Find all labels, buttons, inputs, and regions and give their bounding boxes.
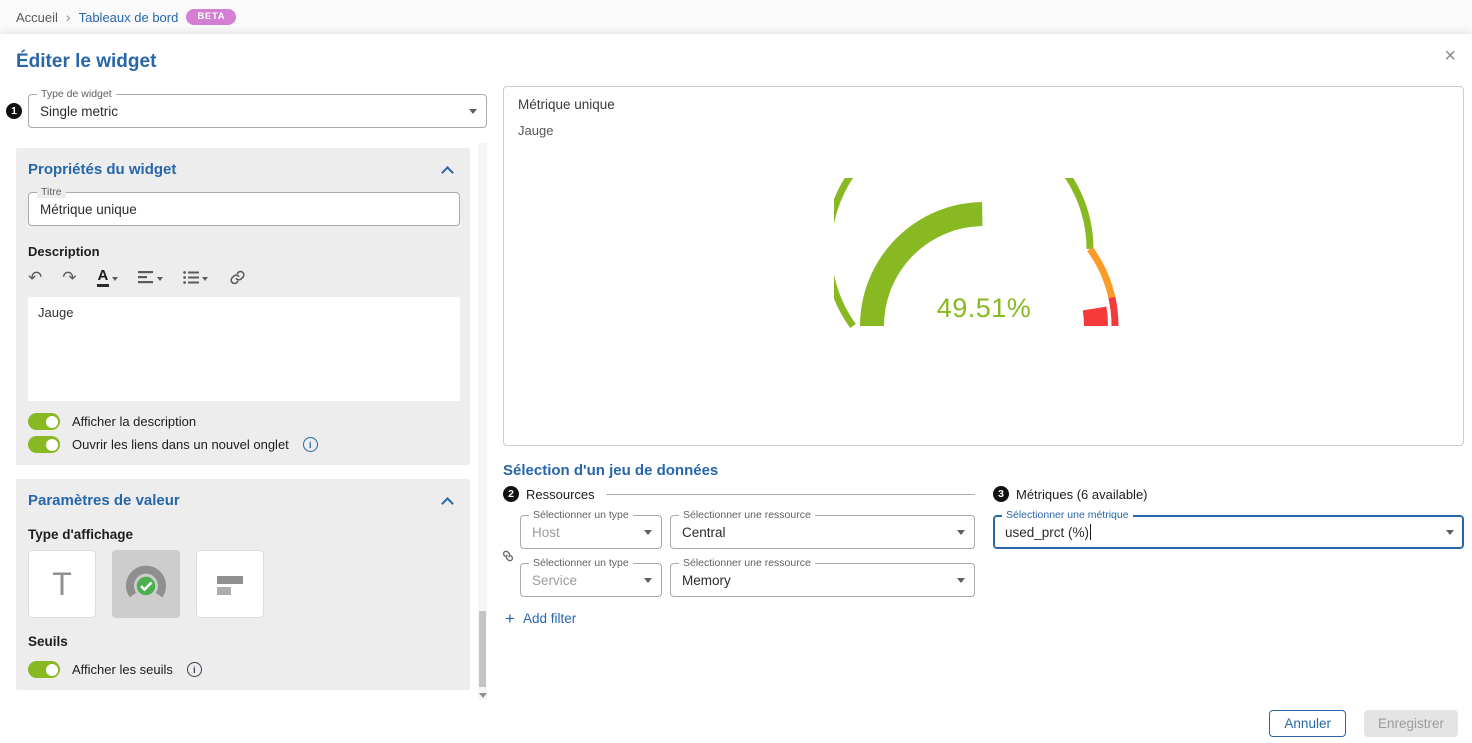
metric-select[interactable]: Sélectionner une métrique used_prct (%) — [993, 515, 1464, 549]
display-type-gauge-button[interactable] — [112, 550, 180, 618]
preview-title: Métrique unique — [518, 97, 1449, 112]
widget-type-select[interactable]: Type de widget Single metric — [28, 94, 487, 128]
display-type-label: Type d'affichage — [28, 527, 460, 542]
resource-filter-row: Sélectionner un type Service Sélectionne… — [520, 563, 975, 597]
resource-type-label: Sélectionner un type — [529, 510, 633, 521]
richtext-toolbar: ↶ ↷ A — [28, 265, 460, 289]
collapse-chevron-icon[interactable] — [441, 497, 454, 510]
beta-badge: BETA — [186, 9, 236, 25]
chevron-down-icon — [469, 109, 477, 114]
display-type-text-button[interactable]: T — [28, 550, 96, 618]
widget-config-sidebar: 1 Type de widget Single metric Propriété… — [6, 86, 487, 702]
step-3-badge: 3 — [993, 486, 1009, 502]
metrics-label: Métriques (6 available) — [1016, 487, 1148, 502]
metric-select-label: Sélectionner une métrique — [1002, 510, 1133, 521]
title-input[interactable]: Titre Métrique unique — [28, 192, 460, 226]
breadcrumb: Accueil › Tableaux de bord BETA — [0, 0, 1472, 34]
properties-heading: Propriétés du widget — [28, 160, 176, 180]
open-links-new-tab-label: Ouvrir les liens dans un nouvel onglet — [72, 437, 289, 452]
resource-type-label: Sélectionner un type — [529, 558, 633, 569]
show-thresholds-label: Afficher les seuils — [72, 662, 173, 677]
breadcrumb-home-link[interactable]: Accueil — [16, 10, 58, 25]
widget-type-value: Single metric — [40, 104, 118, 119]
resource-value: Central — [682, 525, 726, 540]
breadcrumb-current-link[interactable]: Tableaux de bord — [79, 10, 179, 25]
scrollbar-down-arrow-icon[interactable] — [479, 693, 487, 698]
resource-type-value: Host — [532, 525, 560, 540]
resource-label: Sélectionner une ressource — [679, 510, 815, 521]
edit-widget-panel: Éditer le widget × 1 Type de widget Sing… — [0, 34, 1472, 743]
close-icon[interactable]: × — [1438, 44, 1462, 68]
chevron-down-icon — [644, 578, 652, 583]
chevron-down-icon — [644, 530, 652, 535]
widget-preview: Métrique unique Jauge 49.51% — [503, 86, 1464, 446]
metrics-column: 3 Métriques (6 available) Sélectionner u… — [993, 485, 1464, 626]
chevron-down-icon — [957, 530, 965, 535]
show-description-toggle[interactable] — [28, 413, 60, 430]
link-icon[interactable] — [228, 268, 247, 287]
bars-display-icon — [210, 564, 250, 604]
description-label: Description — [28, 244, 460, 259]
add-filter-button[interactable]: + Add filter — [505, 611, 975, 626]
align-icon[interactable] — [138, 271, 163, 284]
show-thresholds-toggle[interactable] — [28, 661, 60, 678]
widget-preview-and-data: Métrique unique Jauge 49.51% Sélection d… — [503, 86, 1464, 702]
list-icon[interactable] — [183, 271, 208, 284]
plus-icon: + — [505, 611, 515, 626]
step-2-badge: 2 — [503, 486, 519, 502]
description-editor[interactable]: Jauge — [28, 297, 460, 401]
scrollbar-thumb[interactable] — [479, 611, 486, 687]
info-icon[interactable]: i — [187, 662, 202, 677]
gauge-chart: 49.51% — [518, 178, 1449, 348]
text-color-icon[interactable]: A — [97, 268, 119, 287]
text-cursor — [1090, 524, 1091, 540]
preview-description: Jauge — [518, 123, 1449, 138]
text-display-icon: T — [52, 566, 72, 603]
resource-filter-row: Sélectionner un type Host Sélectionner u… — [520, 515, 975, 549]
thresholds-label: Seuils — [28, 634, 460, 649]
resources-column: 2 Ressources Sélectionner un type Host — [503, 485, 975, 626]
redo-icon[interactable]: ↷ — [62, 269, 76, 286]
undo-icon[interactable]: ↶ — [28, 269, 42, 286]
dataset-heading: Sélection d'un jeu de données — [503, 462, 1464, 479]
cancel-button[interactable]: Annuler — [1269, 710, 1346, 737]
resource-type-select[interactable]: Sélectionner un type Host — [520, 515, 662, 549]
title-input-label: Titre — [37, 187, 66, 198]
divider — [606, 494, 975, 495]
sidebar-scrollbar[interactable] — [478, 143, 487, 700]
resources-label: Ressources — [526, 487, 595, 502]
resource-select[interactable]: Sélectionner une ressource Memory — [670, 563, 975, 597]
gauge-display-icon — [124, 562, 168, 606]
linked-rows-icon — [501, 549, 515, 563]
chevron-down-icon — [1446, 530, 1454, 535]
chevron-down-icon — [957, 578, 965, 583]
title-input-value: Métrique unique — [40, 202, 137, 217]
step-1-badge: 1 — [6, 103, 22, 119]
breadcrumb-separator: › — [66, 9, 71, 25]
resource-label: Sélectionner une ressource — [679, 558, 815, 569]
collapse-chevron-icon[interactable] — [441, 166, 454, 179]
show-description-label: Afficher la description — [72, 414, 196, 429]
widget-properties-section: Propriétés du widget Titre Métrique uniq… — [16, 148, 470, 465]
resource-type-value: Service — [532, 573, 577, 588]
value-settings-section: Paramètres de valeur Type d'affichage T — [16, 479, 470, 690]
resource-value: Memory — [682, 573, 731, 588]
add-filter-label: Add filter — [523, 611, 576, 626]
metric-select-value: used_prct (%) — [1005, 525, 1089, 540]
page-title: Éditer le widget — [16, 50, 1456, 74]
info-icon[interactable]: i — [303, 437, 318, 452]
gauge-value: 49.51% — [936, 293, 1031, 323]
value-params-heading: Paramètres de valeur — [28, 491, 180, 511]
resource-type-select[interactable]: Sélectionner un type Service — [520, 563, 662, 597]
display-type-bars-button[interactable] — [196, 550, 264, 618]
widget-type-label: Type de widget — [37, 89, 116, 100]
save-button[interactable]: Enregistrer — [1364, 710, 1458, 737]
open-links-new-tab-toggle[interactable] — [28, 436, 60, 453]
resource-select[interactable]: Sélectionner une ressource Central — [670, 515, 975, 549]
